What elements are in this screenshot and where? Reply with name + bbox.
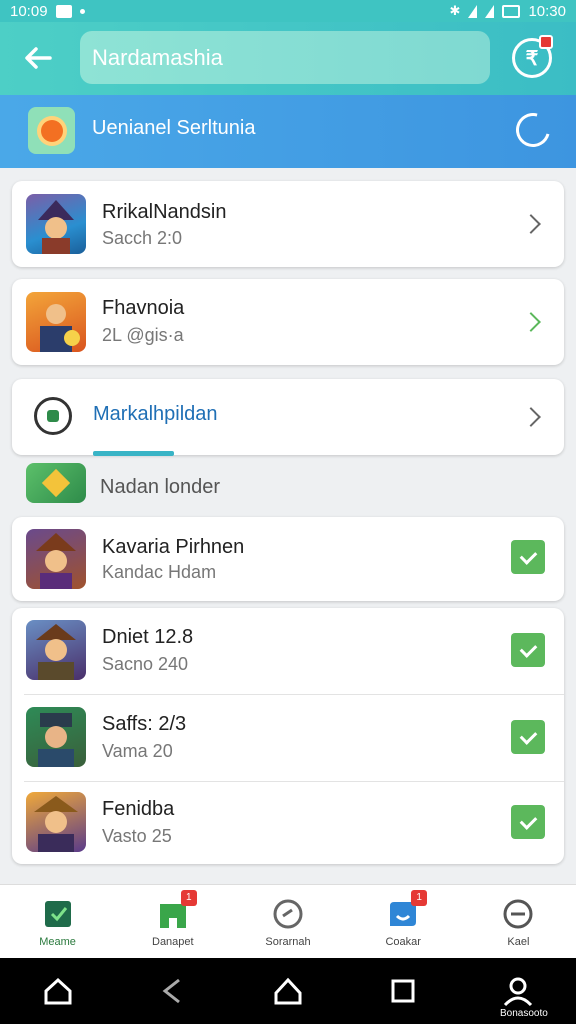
account-icon[interactable] [498,971,538,1011]
notification-badge [539,35,553,49]
nav-badge: 1 [411,890,428,906]
list-card: RrikalNandsin Sacch 2:0 [12,181,564,267]
game-icon [26,529,86,589]
account-banner[interactable]: Uenianel Serltunia [0,95,576,168]
system-caption: Bonasooto [500,1008,548,1019]
recents-icon[interactable] [383,971,423,1011]
message-icon [55,4,72,18]
list-card: Fhavnoia 2L @gis·a [12,279,564,365]
nav-badge: 1 [180,890,197,906]
wifi-icon [468,4,478,18]
notification-icon: ₹ [525,47,539,70]
home-outline-icon[interactable] [38,971,78,1011]
checkbox-checked-icon[interactable] [511,540,545,574]
item-title: Saffs: 2/3 [102,713,187,735]
status-bar: 10:09 ✱ 10:30 [0,0,576,22]
list-item[interactable]: RrikalNandsin Sacch 2:0 [12,181,564,267]
status-time-left: 10:09 [10,2,48,20]
home-doc-icon [42,898,74,930]
bottom-navigation: Meame 1 Danapet Sorarnah 1 Coakar Kael [0,884,576,958]
item-subtitle: Kandac Hdam [102,562,217,582]
item-title: Fhavnoia [102,297,185,319]
refresh-icon[interactable] [509,106,557,154]
item-title: Kavaria Pirhnen [102,536,245,558]
game-icon [26,194,86,254]
checkbox-checked-icon[interactable] [511,633,545,667]
item-subtitle: Sacno 240 [102,654,189,674]
search-input[interactable]: Nardamashia [80,31,490,84]
chat-icon: 1 [387,890,428,930]
checkbox-checked-icon[interactable] [511,805,545,839]
status-time-right: 10:30 [528,2,566,20]
game-icon [26,292,86,352]
list-item[interactable]: Dniet 12.8 Sacno 240 [12,608,564,694]
list-card: Dniet 12.8 Sacno 240 Saffs: 2/3 Vama 20 … [12,608,564,864]
dot-icon [79,8,85,14]
list-item[interactable]: Saffs: 2/3 Vama 20 [12,695,564,781]
notification-button[interactable]: ₹ [512,35,553,78]
nav-label: Danapet [152,936,194,948]
app-logo-icon [28,107,75,154]
item-subtitle: Sacch 2:0 [102,228,183,248]
chevron-right-icon [521,312,541,332]
item-title: RrikalNandsin [102,201,227,223]
game-icon [26,707,86,767]
section-badge-icon [26,463,86,503]
checkbox-checked-icon[interactable] [511,720,545,754]
app-bar: Nardamashia ₹ [0,22,576,95]
item-title: Fenidba [102,798,175,820]
store-icon: 1 [157,890,197,930]
menu-card[interactable]: Markalhpildan [12,379,564,456]
nav-item-home[interactable]: Meame [0,885,115,958]
list-card: Kavaria Pirhnen Kandac Hdam [12,517,564,601]
menu-label: Markalhpildan [93,403,218,425]
signal-icon [485,4,495,18]
game-icon [26,620,86,680]
game-icon [26,792,86,852]
banner-label: Uenianel Serltunia [92,117,256,139]
bluetooth-icon: ✱ [449,3,461,18]
system-navigation-bar [0,958,576,1024]
item-subtitle: Vasto 25 [102,826,172,846]
list-item[interactable]: Kavaria Pirhnen Kandac Hdam [12,517,564,601]
chevron-right-icon [521,407,541,427]
list-item[interactable]: Fhavnoia 2L @gis·a [12,279,564,365]
back-icon[interactable] [153,971,193,1011]
profile-icon [502,898,534,930]
list-item[interactable]: Fenidba Vasto 25 [12,782,564,864]
item-subtitle: 2L @gis·a [102,325,184,345]
battery-icon [502,4,521,18]
home-icon[interactable] [268,971,308,1011]
nav-label: Kael [507,936,530,948]
chevron-right-icon [521,214,541,234]
nav-label: Meame [39,936,76,948]
search-input-value: Nardamashia [92,44,223,70]
section-title: Nadan londer [100,476,221,498]
nav-label: Sorarnah [265,936,311,948]
item-subtitle: Vama 20 [102,741,173,761]
compass-icon [272,898,304,930]
nav-item-store[interactable]: 1 Danapet [115,885,230,958]
tab-indicator [93,451,174,456]
nav-label: Coakar [385,936,421,948]
back-arrow-icon[interactable] [18,38,58,78]
nav-item-profile[interactable]: Kael [461,885,576,958]
nav-item-chat[interactable]: 1 Coakar [346,885,461,958]
nav-item-explore[interactable]: Sorarnah [230,885,345,958]
item-title: Dniet 12.8 [102,626,194,648]
hand-icon [34,397,72,435]
